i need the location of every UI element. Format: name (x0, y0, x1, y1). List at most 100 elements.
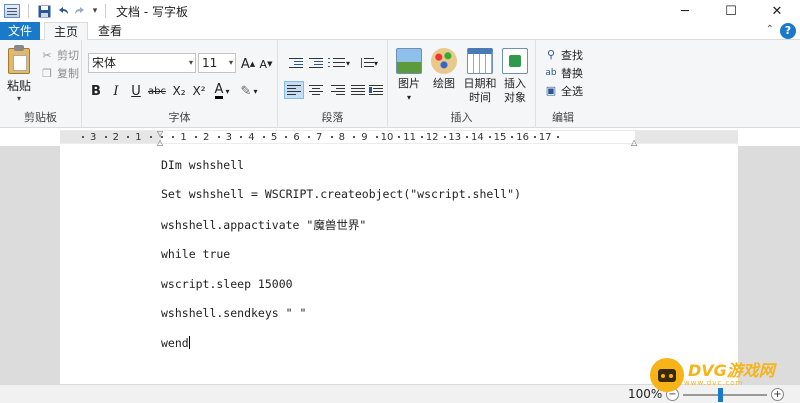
justify-icon[interactable] (348, 81, 368, 99)
horizontal-ruler[interactable]: ▽ △ △ 3 2 1 1 2 3 4 5 6 7 8 9 10 11 12 13 14 15 16 17 (60, 129, 738, 147)
ruler-number: 3 (225, 132, 232, 143)
qat-separator (105, 4, 106, 18)
find-binoculars-icon: ⚲ (546, 48, 556, 61)
ruler-number: 5 (270, 132, 278, 143)
document-area: DIm wshshell Set wshshell = WSCRIPT.crea… (0, 146, 800, 384)
document-line[interactable]: wshshell.sendkeys " " (161, 306, 306, 320)
replace-button[interactable]: ab 替换 (544, 64, 583, 81)
insert-picture-button[interactable]: 图片 ▾ (396, 48, 422, 105)
ruler-tick (262, 136, 265, 138)
title-bar: ▾ 文档 - 写字板 ─ ☐ ✕ (0, 0, 800, 22)
maximize-button[interactable]: ☐ (708, 0, 754, 22)
select-all-button[interactable]: ▣ 全选 (544, 82, 583, 99)
paragraph-settings-icon[interactable] (366, 81, 386, 99)
subscript-button[interactable]: X₂ (170, 81, 188, 101)
document-line[interactable]: wshshell.appactivate "魔兽世界" (161, 217, 366, 233)
paste-chevron-icon[interactable]: ▾ (4, 94, 34, 103)
font-family-select[interactable]: 宋体 ▾ (88, 53, 196, 73)
document-line[interactable]: while true (161, 247, 230, 261)
insert-object-label-line2: 对象 (504, 91, 526, 104)
increase-indent-icon[interactable] (306, 54, 326, 72)
tab-view[interactable]: 查看 (90, 22, 130, 40)
ruler-number: 11 (403, 132, 416, 143)
italic-button[interactable]: I (108, 81, 124, 101)
ruler-number: 10 (380, 132, 394, 143)
cut-label: 剪切 (57, 49, 79, 62)
strikethrough-button[interactable]: abc (146, 81, 168, 101)
ruler-tick (217, 136, 220, 138)
shrink-font-icon[interactable]: A ▼ (258, 54, 274, 74)
font-group: 宋体 ▾ 11 ▾ A ▲ A ▼ B I U abc X₂ X² A ▾ ✎ ▾ … (82, 40, 278, 128)
insert-group: 图片 ▾ 绘图 日期和 时间 插入 对象 插入 (388, 40, 536, 128)
grow-font-icon[interactable]: A ▲ (240, 54, 256, 74)
highlight-button[interactable]: ✎ ▾ (236, 81, 262, 101)
watermark-brand: DVG游戏网 (688, 361, 775, 380)
document-line[interactable]: wscript.sleep 15000 (161, 277, 293, 291)
underline-button[interactable]: U (128, 81, 144, 101)
ruler-number: 4 (248, 132, 255, 143)
ruler-tick (172, 136, 175, 138)
line-spacing-icon[interactable]: ▾ (356, 54, 382, 72)
close-button[interactable]: ✕ (754, 0, 800, 22)
save-icon[interactable] (35, 2, 53, 20)
highlighter-icon: ✎ (240, 83, 252, 99)
text-color-button[interactable]: A ▾ (210, 81, 234, 101)
font-size-select[interactable]: 11 ▾ (198, 53, 236, 73)
replace-icon: ab (545, 67, 557, 78)
find-button[interactable]: ⚲ 查找 (544, 46, 583, 63)
minimize-button[interactable]: ─ (662, 0, 708, 22)
bold-button[interactable]: B (88, 81, 104, 101)
paint-drawing-label: 绘图 (433, 77, 455, 90)
ruler-tick (194, 136, 197, 138)
zoom-slider-track[interactable] (683, 394, 767, 396)
decrease-indent-icon[interactable] (286, 54, 306, 72)
copy-icon: ❐ (42, 66, 52, 80)
document-line[interactable]: Set wshshell = WSCRIPT.createobject("wsc… (161, 187, 521, 201)
ruler-number: 12 (425, 132, 439, 143)
ruler-tick (149, 136, 152, 138)
document-line[interactable]: DIm wshshell (161, 158, 244, 172)
undo-icon[interactable] (53, 2, 71, 20)
copy-button[interactable]: ❐ 复制 (40, 65, 79, 81)
wordpad-app-icon[interactable] (4, 4, 20, 18)
help-icon[interactable]: ? (780, 23, 796, 39)
ruler-tick (375, 136, 378, 138)
ruler-tick (488, 136, 491, 138)
insert-group-label: 插入 (450, 111, 473, 124)
font-group-label: 字体 (168, 111, 191, 124)
superscript-button[interactable]: X² (190, 81, 208, 101)
document-line-text: wend (161, 336, 189, 350)
ribbon-collapse-chevron-icon[interactable]: ⌃ (766, 24, 774, 35)
ruler-tick (420, 136, 423, 138)
tab-file[interactable]: 文件 (0, 22, 40, 40)
paste-label: 粘贴 (6, 79, 31, 93)
clipboard-group-label: 剪贴板 (24, 111, 57, 124)
datetime-button[interactable]: 日期和 时间 (462, 48, 498, 105)
align-left-icon[interactable] (284, 81, 304, 99)
ruler-number: 16 (516, 132, 529, 143)
ribbon-tab-bar: 文件 主页 查看 ⌃ ? (0, 22, 800, 41)
chevron-down-icon: ▾ (406, 93, 411, 102)
paint-drawing-button[interactable]: 绘图 (430, 48, 458, 91)
ruler-tick (104, 136, 107, 138)
clipboard-icon (8, 45, 30, 74)
cut-button[interactable]: ✂ 剪切 (40, 47, 79, 63)
redo-icon[interactable] (71, 2, 89, 20)
paragraph-group: ▾ ▾ 段落 (278, 40, 388, 128)
chevron-down-icon: ▾ (228, 58, 233, 67)
paste-button[interactable]: 粘贴 ▾ (4, 45, 34, 103)
qat-customize-chevron-icon[interactable]: ▾ (89, 6, 101, 16)
ruler-right-margin (635, 131, 738, 143)
insert-object-button[interactable]: 插入 对象 (500, 48, 530, 105)
document-line-last[interactable]: wend (161, 336, 190, 350)
chevron-down-icon: ▾ (373, 58, 378, 68)
find-label: 查找 (561, 48, 583, 62)
list-bullets-icon[interactable]: ▾ (326, 54, 352, 72)
document-page[interactable]: DIm wshshell Set wshshell = WSCRIPT.crea… (60, 146, 738, 384)
align-right-icon[interactable] (328, 81, 348, 99)
copy-label: 复制 (57, 67, 79, 80)
ruler-area: ▽ △ △ 3 2 1 1 2 3 4 5 6 7 8 9 10 11 12 13 14 15 16 17 (0, 128, 800, 147)
tab-home[interactable]: 主页 (44, 22, 88, 41)
align-center-icon[interactable] (306, 81, 326, 99)
ruler-tick (161, 136, 163, 138)
